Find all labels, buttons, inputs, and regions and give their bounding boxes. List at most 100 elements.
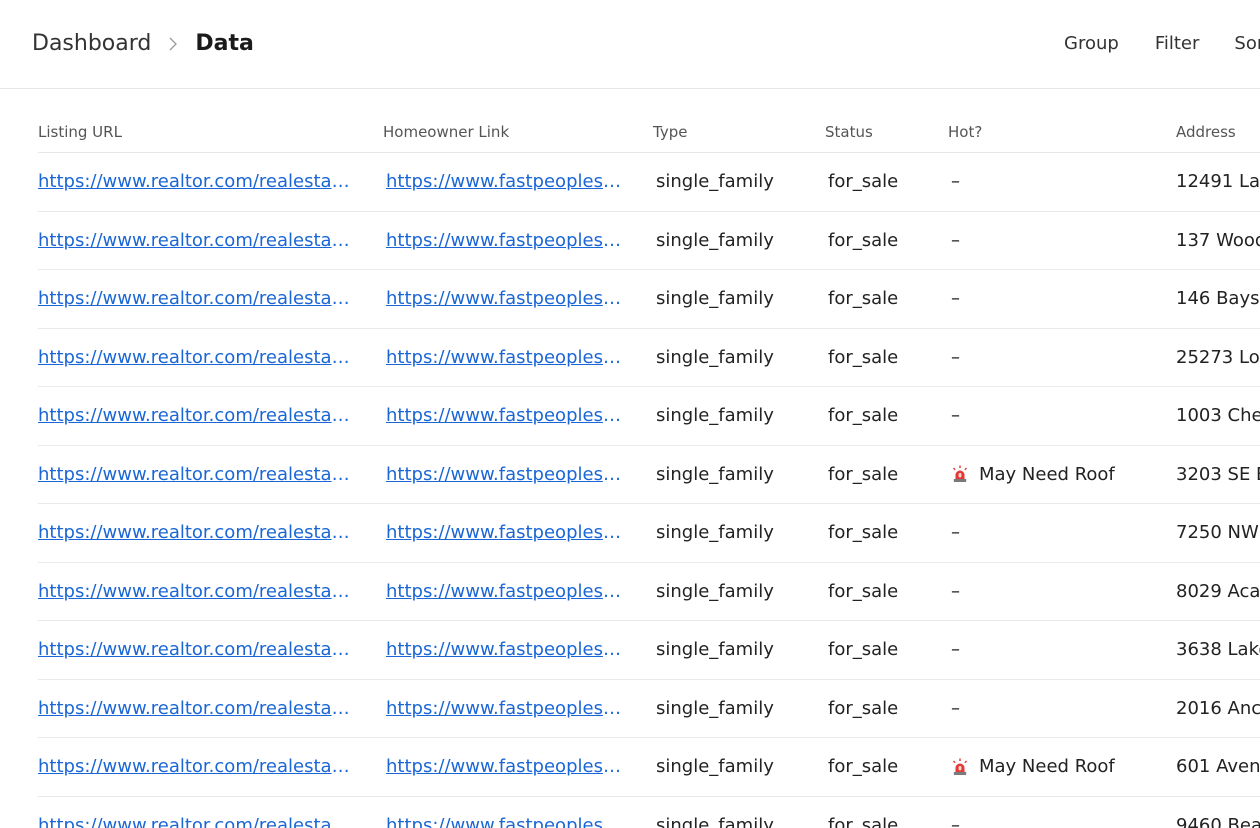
chevron-right-icon: [169, 37, 178, 51]
table-row[interactable]: https://www.realtor.com/realestateandhom…: [38, 386, 1260, 446]
hot-value: –: [951, 346, 960, 368]
status-value: for_sale: [828, 697, 899, 719]
status-value: for_sale: [828, 756, 899, 778]
listing-url-cell: https://www.realtor.com/realestateandhom…: [38, 445, 383, 504]
table-row[interactable]: https://www.realtor.com/realestateandhom…: [38, 211, 1260, 270]
siren-icon: [952, 465, 968, 483]
table-body: https://www.realtor.com/realestateandhom…: [38, 152, 1260, 828]
address-cell: 1003 Chey: [1176, 386, 1260, 446]
listing-url-link[interactable]: https://www.realtor.com/realestateandhom…: [38, 522, 352, 543]
homeowner-link[interactable]: https://www.fastpeoplesearch.com: [383, 639, 629, 660]
address-value: 12491 Lag: [1176, 171, 1260, 193]
homeowner-link[interactable]: https://www.fastpeoplesearch.com: [383, 581, 629, 602]
listing-url-cell: https://www.realtor.com/realestateandhom…: [38, 562, 383, 621]
listing-url-link[interactable]: https://www.realtor.com/realestateandhom…: [38, 405, 352, 426]
column-header-homeowner-link[interactable]: Homeowner Link: [383, 112, 653, 153]
address-value: 2016 Anch: [1176, 697, 1260, 719]
type-cell: single_family: [653, 211, 825, 270]
homeowner-link-cell: https://www.fastpeoplesearch.com: [383, 445, 653, 504]
listing-url-link[interactable]: https://www.realtor.com/realestateandhom…: [38, 347, 352, 368]
homeowner-link-cell: https://www.fastpeoplesearch.com: [383, 503, 653, 563]
breadcrumb-dashboard-link[interactable]: Dashboard: [32, 30, 151, 58]
sort-button[interactable]: Sort: [1234, 32, 1260, 56]
listing-url-link[interactable]: https://www.realtor.com/realestateandhom…: [38, 464, 352, 485]
hot-value-wrap: May Need Roof: [948, 756, 1176, 777]
status-cell: for_sale: [825, 503, 948, 563]
hot-value: –: [951, 405, 960, 427]
type-value: single_family: [656, 405, 774, 427]
type-cell: single_family: [653, 503, 825, 563]
group-button[interactable]: Group: [1064, 32, 1119, 56]
homeowner-link[interactable]: https://www.fastpeoplesearch.com: [383, 815, 629, 828]
hot-cell: May Need Roof: [948, 445, 1176, 504]
listing-url-link[interactable]: https://www.realtor.com/realestateandhom…: [38, 581, 352, 602]
table-row[interactable]: https://www.realtor.com/realestateandhom…: [38, 737, 1260, 797]
type-value: single_family: [656, 229, 774, 251]
column-header-status[interactable]: Status: [825, 112, 948, 153]
column-header-type[interactable]: Type: [653, 112, 825, 153]
table-row[interactable]: https://www.realtor.com/realestateandhom…: [38, 562, 1260, 621]
address-value: 3638 Lake: [1176, 639, 1260, 661]
listing-url-cell: https://www.realtor.com/realestateandhom…: [38, 152, 383, 212]
table-row[interactable]: https://www.realtor.com/realestateandhom…: [38, 796, 1260, 828]
listing-url-link[interactable]: https://www.realtor.com/realestateandhom…: [38, 230, 352, 251]
listing-url-link[interactable]: https://www.realtor.com/realestateandhom…: [38, 171, 352, 192]
address-cell: 25273 Los: [1176, 328, 1260, 387]
type-value: single_family: [656, 463, 774, 485]
table-row[interactable]: https://www.realtor.com/realestateandhom…: [38, 620, 1260, 680]
table-row[interactable]: https://www.realtor.com/realestateandhom…: [38, 269, 1260, 329]
table-row[interactable]: https://www.realtor.com/realestateandhom…: [38, 679, 1260, 738]
status-cell: for_sale: [825, 562, 948, 621]
listing-url-link[interactable]: https://www.realtor.com/realestateandhom…: [38, 639, 352, 660]
type-cell: single_family: [653, 386, 825, 446]
hot-value: –: [951, 171, 960, 193]
listing-url-link[interactable]: https://www.realtor.com/realestateandhom…: [38, 756, 352, 777]
homeowner-link[interactable]: https://www.fastpeoplesearch.com: [383, 230, 629, 251]
type-value: single_family: [656, 346, 774, 368]
hot-cell: –: [948, 152, 1176, 212]
listing-url-cell: https://www.realtor.com/realestateandhom…: [38, 620, 383, 680]
column-header-listing-url[interactable]: Listing URL: [38, 112, 383, 153]
top-bar: Dashboard Data Group Filter Sort: [0, 0, 1260, 89]
listing-url-cell: https://www.realtor.com/realestateandhom…: [38, 211, 383, 270]
homeowner-link-cell: https://www.fastpeoplesearch.com: [383, 269, 653, 329]
homeowner-link-cell: https://www.fastpeoplesearch.com: [383, 796, 653, 828]
listing-url-link[interactable]: https://www.realtor.com/realestateandhom…: [38, 288, 352, 309]
homeowner-link[interactable]: https://www.fastpeoplesearch.com: [383, 464, 629, 485]
status-cell: for_sale: [825, 445, 948, 504]
table-row[interactable]: https://www.realtor.com/realestateandhom…: [38, 152, 1260, 212]
hot-value: –: [951, 522, 960, 544]
homeowner-link[interactable]: https://www.fastpeoplesearch.com: [383, 288, 629, 309]
homeowner-link[interactable]: https://www.fastpeoplesearch.com: [383, 405, 629, 426]
listing-url-link[interactable]: https://www.realtor.com/realestateandhom…: [38, 698, 352, 719]
homeowner-link[interactable]: https://www.fastpeoplesearch.com: [383, 171, 629, 192]
address-cell: 137 Wood: [1176, 211, 1260, 270]
status-cell: for_sale: [825, 211, 948, 270]
homeowner-link[interactable]: https://www.fastpeoplesearch.com: [383, 698, 629, 719]
address-value: 1003 Chey: [1176, 405, 1260, 427]
column-header-hot[interactable]: Hot?: [948, 112, 1176, 153]
status-value: for_sale: [828, 580, 899, 602]
data-table-container[interactable]: Listing URL Homeowner Link Type Status H…: [38, 112, 1260, 828]
hot-value-wrap: –: [948, 347, 1176, 368]
listing-url-cell: https://www.realtor.com/realestateandhom…: [38, 328, 383, 387]
hot-cell: –: [948, 328, 1176, 387]
address-value: 25273 Los: [1176, 346, 1260, 368]
address-cell: 9460 Bear: [1176, 796, 1260, 828]
homeowner-link[interactable]: https://www.fastpeoplesearch.com: [383, 522, 629, 543]
address-cell: 8029 Acad: [1176, 562, 1260, 621]
column-header-address[interactable]: Address: [1176, 112, 1260, 153]
homeowner-link[interactable]: https://www.fastpeoplesearch.com: [383, 347, 629, 368]
filter-button[interactable]: Filter: [1155, 32, 1200, 56]
type-cell: single_family: [653, 152, 825, 212]
table-row[interactable]: https://www.realtor.com/realestateandhom…: [38, 445, 1260, 504]
type-cell: single_family: [653, 737, 825, 797]
table-row[interactable]: https://www.realtor.com/realestateandhom…: [38, 503, 1260, 563]
type-value: single_family: [656, 288, 774, 310]
type-value: single_family: [656, 171, 774, 193]
type-cell: single_family: [653, 620, 825, 680]
homeowner-link[interactable]: https://www.fastpeoplesearch.com: [383, 756, 629, 777]
table-row[interactable]: https://www.realtor.com/realestateandhom…: [38, 328, 1260, 387]
address-cell: 7250 NW: [1176, 503, 1260, 563]
listing-url-link[interactable]: https://www.realtor.com/realestateandhom…: [38, 815, 352, 828]
